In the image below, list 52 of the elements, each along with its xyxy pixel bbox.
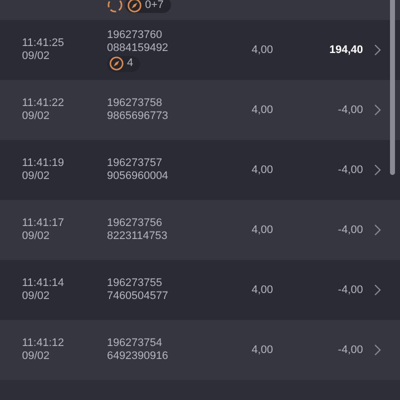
bet-row[interactable]: 11:41:22 09/02 196273758 9865696773 4,00 -4,00 — [0, 80, 400, 140]
ticket-code: 6492390916 — [107, 350, 170, 363]
spinner-icon — [107, 0, 123, 13]
ticket-code: 9865696773 — [107, 110, 170, 123]
bet-time: 11:41:22 — [22, 97, 66, 110]
stake-amount: 4,00 — [252, 224, 273, 236]
ticket-code: 7460504577 — [107, 290, 170, 303]
bet-date: 09/02 — [22, 110, 51, 123]
ticket-code: 9056960004 — [107, 170, 170, 183]
ticket-code: 8223114753 — [107, 230, 168, 243]
result-amount: 194,40 — [329, 44, 363, 56]
bet-date: 09/02 — [22, 350, 51, 363]
chevron-icon — [374, 44, 381, 56]
ticket-code: 0884159492 — [107, 42, 170, 54]
bet-date: 09/02 — [22, 230, 51, 243]
result-amount: -4,00 — [338, 224, 363, 236]
bet-id: 196273757 — [107, 157, 164, 170]
bet-id: 196273755 — [107, 277, 164, 290]
bet-id: 196273760 — [107, 28, 164, 42]
stake-amount: 4,00 — [252, 104, 273, 116]
compass-icon — [127, 0, 142, 12]
bet-date: 09/02 — [22, 50, 51, 63]
stake-amount: 4,00 — [252, 284, 273, 296]
stake-amount: 4,00 — [252, 44, 273, 56]
bet-time: 11:41:25 — [22, 37, 66, 50]
bet-id: 196273754 — [107, 337, 164, 350]
bet-time: 11:41:17 — [22, 217, 66, 230]
selection-badge: 4 — [107, 56, 140, 72]
bet-time: 11:41:12 — [22, 337, 66, 350]
bet-id: 196273758 — [107, 97, 164, 110]
stake-amount: 4,00 — [252, 164, 273, 176]
scrollbar[interactable] — [390, 0, 395, 175]
chevron-icon — [374, 104, 381, 116]
selection-badge: 0+7 — [125, 0, 171, 13]
chevron-icon — [374, 284, 381, 296]
bet-time: 11:41:19 — [22, 157, 66, 170]
chevron-icon — [374, 164, 381, 176]
bet-id: 196273756 — [107, 217, 164, 230]
bet-row[interactable]: 0+7 — [0, 0, 400, 20]
chevron-icon — [374, 224, 381, 236]
result-amount: -4,00 — [338, 164, 363, 176]
result-amount: -4,00 — [338, 344, 363, 356]
stake-amount: 4,00 — [252, 344, 273, 356]
bet-row[interactable]: 11:41:17 09/02 196273756 8223114753 4,00 -4,00 — [0, 200, 400, 260]
result-amount: -4,00 — [338, 284, 363, 296]
compass-icon — [109, 56, 124, 71]
bet-row[interactable]: 11:41:12 09/02 196273754 6492390916 4,00 -4,00 — [0, 320, 400, 380]
bet-date: 09/02 — [22, 170, 51, 183]
result-amount: -4,00 — [338, 104, 363, 116]
bet-date: 09/02 — [22, 290, 51, 303]
bet-time: 11:41:14 — [22, 277, 66, 290]
chevron-icon — [374, 344, 381, 356]
